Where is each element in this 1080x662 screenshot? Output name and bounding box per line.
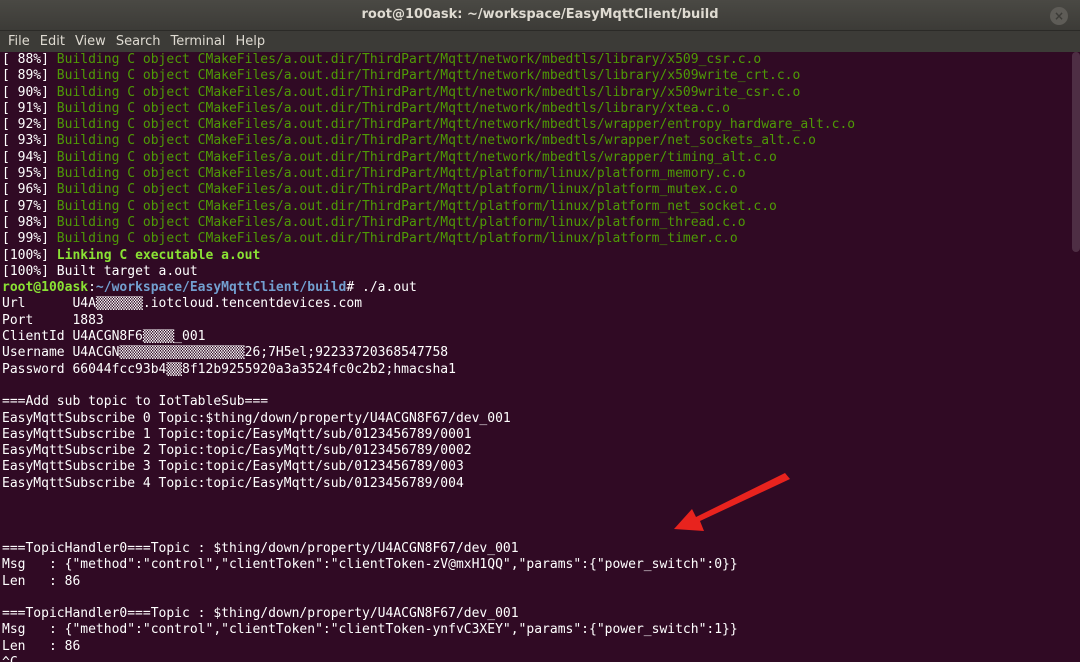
terminal-window: root@100ask: ~/workspace/EasyMqttClient/… (0, 0, 1080, 662)
menu-help[interactable]: Help (230, 31, 270, 52)
output-line: EasyMqttSubscribe 0 Topic:$thing/down/pr… (2, 410, 511, 426)
build-line: [ 99%] Building C object CMakeFiles/a.ou… (2, 231, 738, 247)
menu-search[interactable]: Search (111, 31, 166, 52)
build-line: [ 95%] Building C object CMakeFiles/a.ou… (2, 166, 746, 182)
output-line: ClientId U4ACGN8F6▒▒▒▒_001 (2, 329, 206, 345)
title-bar[interactable]: root@100ask: ~/workspace/EasyMqttClient/… (0, 0, 1080, 31)
prompt-path: ~/workspace/EasyMqttClient/build (95, 280, 347, 296)
scrollbar[interactable] (1072, 52, 1080, 252)
build-line: [ 88%] Building C object CMakeFiles/a.ou… (2, 52, 762, 67)
menu-view[interactable]: View (70, 31, 111, 52)
close-icon[interactable]: × (1050, 7, 1068, 25)
output-line: Msg : {"method":"control","clientToken":… (2, 622, 738, 638)
output-line: ===TopicHandler0===Topic : $thing/down/p… (2, 606, 519, 622)
output-line: ^C (2, 655, 1080, 662)
output-line: Msg : {"method":"control","clientToken":… (2, 557, 738, 573)
red-arrow-annotation (674, 473, 790, 531)
output-line: Password 66044fcc93b4▒▒8f12b9255920a3a35… (2, 361, 456, 377)
output-line: Port 1883 (2, 312, 104, 328)
window-title: root@100ask: ~/workspace/EasyMqttClient/… (361, 7, 719, 22)
output-line: Len : 86 (2, 573, 81, 589)
output-line: EasyMqttSubscribe 1 Topic:topic/EasyMqtt… (2, 426, 472, 442)
terminal-output[interactable]: [ 88%] Building C object CMakeFiles/a.ou… (0, 52, 1080, 662)
output-line: ===Add sub topic to IotTableSub=== (2, 394, 269, 410)
menu-file[interactable]: File (3, 31, 35, 52)
menu-terminal[interactable]: Terminal (165, 31, 230, 52)
build-line: [ 98%] Building C object CMakeFiles/a.ou… (2, 214, 746, 230)
output-line: EasyMqttSubscribe 3 Topic:topic/EasyMqtt… (2, 459, 464, 475)
prompt-line: root@100ask:~/workspace/EasyMqttClient/b… (2, 280, 417, 296)
build-line: [ 93%] Building C object CMakeFiles/a.ou… (2, 133, 816, 149)
menu-edit[interactable]: Edit (35, 31, 70, 52)
build-line: [ 90%] Building C object CMakeFiles/a.ou… (2, 84, 801, 100)
build-line: [ 92%] Building C object CMakeFiles/a.ou… (2, 117, 856, 133)
build-line: [ 89%] Building C object CMakeFiles/a.ou… (2, 68, 801, 84)
output-line: Username U4ACGN▒▒▒▒▒▒▒▒▒▒▒▒▒▒▒▒26;7H5el;… (2, 345, 449, 361)
prompt-user: root@100ask (2, 280, 89, 296)
output-line: ===TopicHandler0===Topic : $thing/down/p… (2, 540, 519, 556)
link-line: [100%] Linking C executable a.out (2, 247, 261, 263)
build-line: [ 97%] Building C object CMakeFiles/a.ou… (2, 198, 777, 214)
build-line: [ 91%] Building C object CMakeFiles/a.ou… (2, 100, 730, 116)
arrow-icon (674, 473, 790, 531)
build-line: [ 94%] Building C object CMakeFiles/a.ou… (2, 149, 777, 165)
output-line: EasyMqttSubscribe 2 Topic:topic/EasyMqtt… (2, 443, 472, 459)
menu-bar: File Edit View Search Terminal Help (0, 31, 1080, 52)
output-line: Url U4A▒▒▒▒▒▒.iotcloud.tencentdevices.co… (2, 296, 363, 312)
built-line: [100%] Built target a.out (2, 263, 198, 279)
output-line: Len : 86 (2, 638, 81, 654)
prompt-command: ./a.out (354, 280, 417, 296)
build-line: [ 96%] Building C object CMakeFiles/a.ou… (2, 182, 738, 198)
output-line: EasyMqttSubscribe 4 Topic:topic/EasyMqtt… (2, 475, 464, 491)
